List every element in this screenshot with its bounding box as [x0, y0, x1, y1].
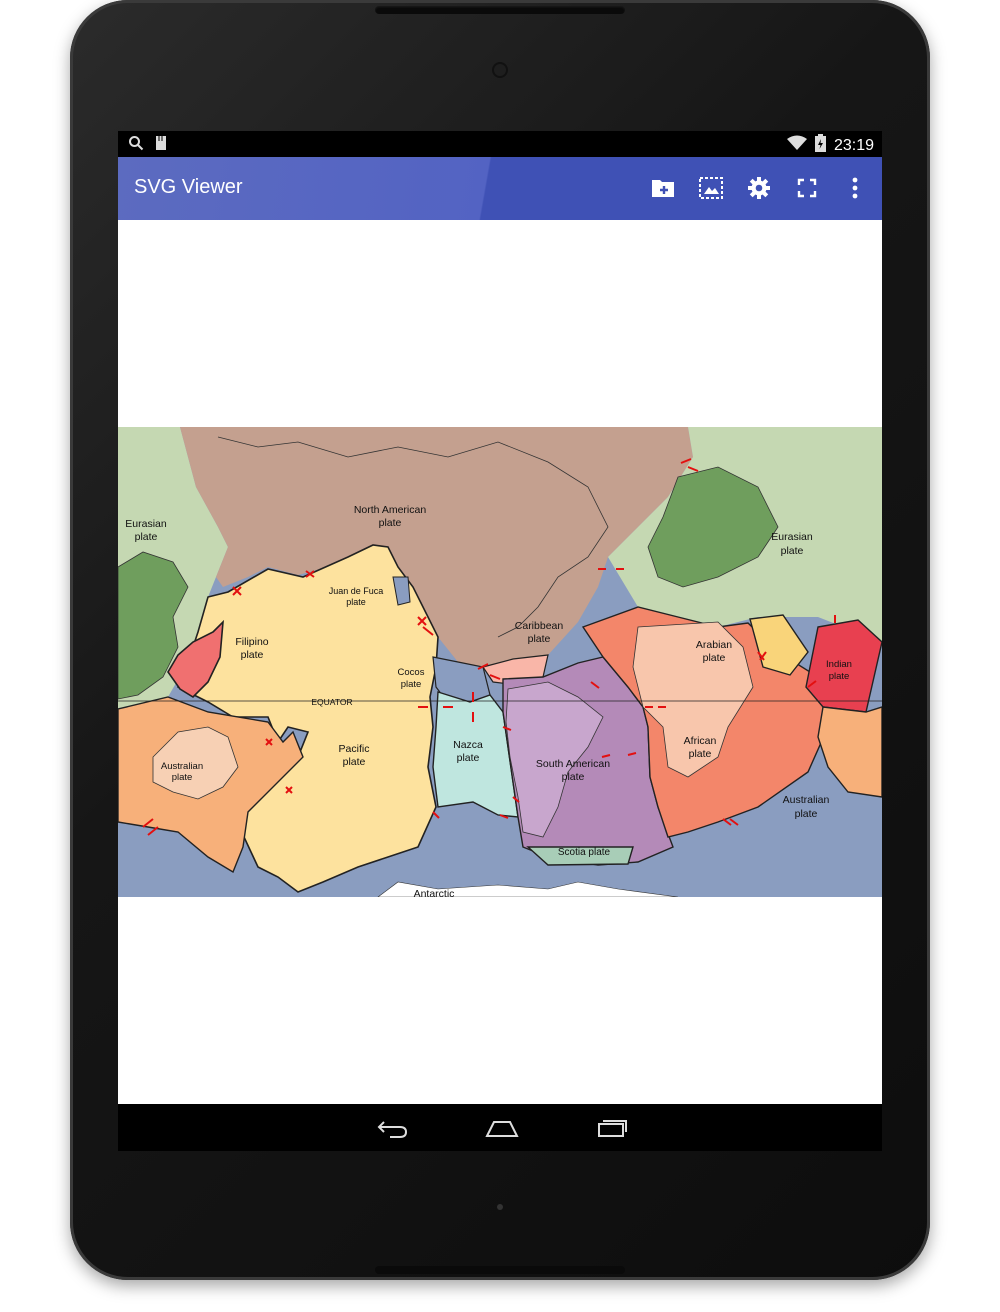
svg-canvas[interactable]: Eurasian plate North American plate Juan…	[118, 220, 882, 1104]
label-indian-2: plate	[829, 671, 850, 682]
label-caribbean-2: plate	[528, 633, 551, 645]
label-antarctic: Antarctic	[414, 888, 455, 897]
screen: 23:19 SVG Viewer Eurasian plate North Am…	[118, 131, 882, 1151]
label-juan-de-fuca-2: plate	[346, 597, 366, 607]
navigation-bar	[118, 1104, 882, 1151]
home-icon[interactable]	[482, 1114, 522, 1142]
label-australian-left: Australian	[161, 761, 203, 772]
wifi-icon	[786, 135, 807, 156]
label-cocos-2: plate	[401, 679, 422, 690]
top-speaker	[375, 6, 625, 14]
label-north-american-2: plate	[379, 517, 402, 529]
label-eurasian-right: Eurasian	[771, 531, 813, 543]
label-filipino: Filipino	[235, 636, 268, 648]
label-australian-right: Australian	[783, 794, 830, 806]
label-south-american-2: plate	[562, 771, 585, 783]
sd-card-icon	[154, 135, 168, 156]
label-african-2: plate	[689, 748, 712, 760]
label-eurasian-right-2: plate	[781, 545, 804, 557]
label-nazca: Nazca	[453, 739, 483, 751]
status-bar: 23:19	[118, 131, 882, 157]
label-australian-left-2: plate	[172, 772, 193, 783]
label-juan-de-fuca: Juan de Fuca	[329, 586, 384, 596]
overflow-menu-icon[interactable]	[842, 175, 868, 201]
label-cocos: Cocos	[398, 667, 425, 678]
app-title: SVG Viewer	[134, 176, 243, 198]
app-bar: SVG Viewer	[118, 157, 882, 220]
label-australian-right-2: plate	[795, 808, 818, 820]
battery-icon	[814, 134, 826, 157]
front-camera	[494, 64, 506, 76]
recents-icon[interactable]	[592, 1114, 632, 1142]
label-eurasian-left: Eurasian	[125, 518, 167, 530]
label-caribbean: Caribbean	[515, 620, 564, 632]
label-pacific: Pacific	[339, 743, 370, 755]
label-equator: EQUATOR	[311, 697, 352, 707]
bottom-speaker	[375, 1266, 625, 1274]
clock: 23:19	[833, 136, 874, 154]
label-scotia: Scotia plate	[558, 847, 611, 858]
bottom-sensor	[497, 1204, 503, 1210]
fullscreen-icon[interactable]	[794, 175, 820, 201]
label-filipino-2: plate	[241, 649, 264, 661]
label-south-american: South American	[536, 758, 610, 770]
label-arabian-2: plate	[703, 652, 726, 664]
label-north-american: North American	[354, 504, 427, 516]
label-arabian: Arabian	[696, 639, 732, 651]
label-indian: Indian	[826, 659, 852, 670]
label-nazca-2: plate	[457, 752, 480, 764]
tectonic-plates-map[interactable]: Eurasian plate North American plate Juan…	[118, 427, 882, 897]
image-select-icon[interactable]	[698, 175, 724, 201]
label-african: African	[684, 735, 717, 747]
label-eurasian-left-2: plate	[135, 531, 158, 543]
search-icon	[128, 135, 144, 156]
settings-icon[interactable]	[746, 175, 772, 201]
back-icon[interactable]	[372, 1114, 412, 1142]
label-pacific-2: plate	[343, 756, 366, 768]
open-folder-icon[interactable]	[650, 175, 676, 201]
